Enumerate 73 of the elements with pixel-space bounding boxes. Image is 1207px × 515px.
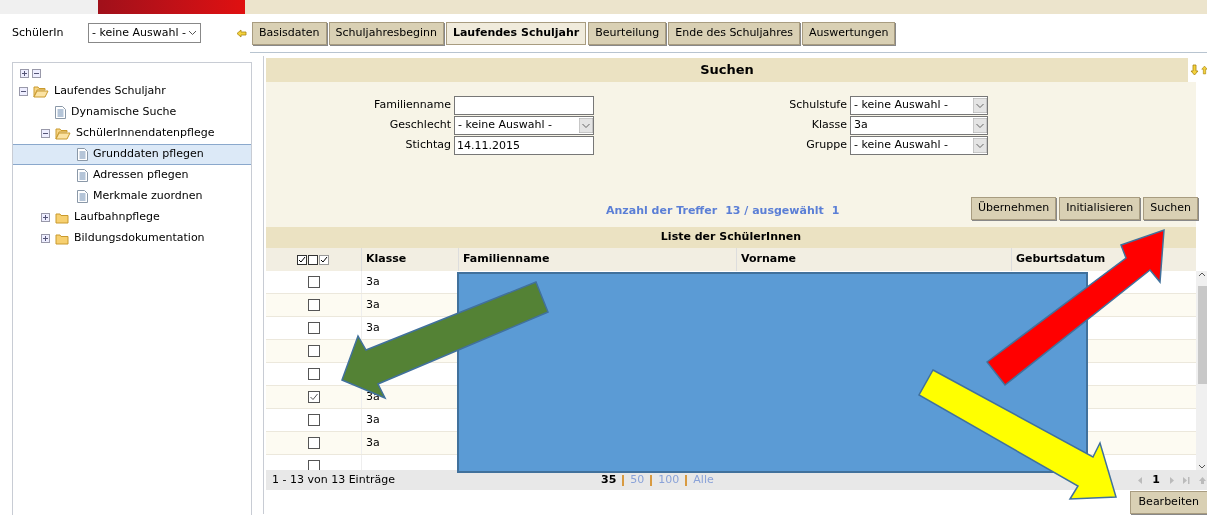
caret-icon: [973, 118, 987, 133]
row-checkbox[interactable]: [307, 345, 320, 357]
row-checkbox[interactable]: [307, 368, 320, 380]
search-action-button[interactable]: Suchen: [1143, 197, 1198, 220]
edit-button[interactable]: Bearbeiten: [1129, 491, 1207, 514]
tree-item[interactable]: Merkmale zuordnen: [93, 188, 203, 205]
tab[interactable]: Schuljahresbeginn: [328, 21, 444, 45]
document-icon: [77, 190, 88, 203]
row-checkbox[interactable]: [307, 299, 320, 311]
tree-item[interactable]: Laufbahnpflege: [74, 209, 160, 226]
hits-label: Anzahl der Treffer: [606, 203, 718, 219]
table-cell-text: 3a: [366, 319, 380, 336]
field-label: Familienname: [373, 97, 452, 114]
row-checkbox[interactable]: [307, 322, 320, 334]
select-all-icon[interactable]: [297, 254, 330, 265]
field-label: Geschlecht: [388, 117, 452, 134]
dropdown[interactable]: - keine Auswahl -: [850, 96, 988, 115]
student-dropdown[interactable]: - keine Auswahl -: [88, 23, 201, 43]
hits-count: 13 / ausgewählt: [725, 203, 824, 219]
table-cell-text: 3a: [366, 273, 380, 290]
collapse-icon[interactable]: [41, 129, 50, 138]
section-header: Suchen: [266, 58, 1188, 82]
document-icon: [77, 148, 88, 161]
page-number: 1: [1152, 471, 1160, 488]
caret-icon: [188, 30, 197, 36]
section-header: Liste der SchülerInnen: [266, 227, 1196, 248]
input-field[interactable]: [454, 96, 594, 115]
table-cell-text: 3a: [366, 296, 380, 313]
tree-item[interactable]: SchülerInnendatenpflege: [76, 125, 215, 142]
caret-icon: [579, 118, 593, 133]
dropdown[interactable]: - keine Auswahl -: [454, 116, 594, 135]
row-checkbox[interactable]: [307, 276, 320, 288]
dropdown[interactable]: 3a: [850, 116, 988, 135]
row-checkbox[interactable]: [307, 414, 320, 426]
tree-item[interactable]: Bildungsdokumentation: [74, 230, 205, 247]
table-cell-text: 3a: [366, 434, 380, 451]
expand-all-icon[interactable]: [20, 69, 29, 78]
scroll-down-icon[interactable]: [1198, 464, 1206, 470]
row-checkbox[interactable]: [307, 391, 320, 403]
field-label: Stichtag: [404, 137, 452, 154]
tab[interactable]: Beurteilung: [588, 21, 667, 45]
row-checkbox[interactable]: [307, 437, 320, 449]
scroll-up-icon[interactable]: [1198, 271, 1206, 277]
page-size-link[interactable]: 35: [601, 471, 617, 489]
tab[interactable]: Laufendes Schuljahr: [445, 21, 587, 45]
caret-icon: [973, 98, 987, 113]
tree-item[interactable]: Laufendes Schuljahr: [54, 83, 166, 100]
dropdown[interactable]: - keine Auswahl -: [850, 136, 988, 155]
input-field[interactable]: 14.11.2015: [454, 136, 594, 155]
expand-icon[interactable]: [41, 213, 50, 222]
entries-range: 1 - 13 von 13 Einträge: [272, 471, 395, 488]
tab[interactable]: Auswertungen: [801, 21, 896, 45]
search-action-button[interactable]: Übernehmen: [970, 197, 1057, 220]
tab[interactable]: Basisdaten: [252, 21, 327, 45]
document-icon: [77, 169, 88, 182]
field-label: Gruppe: [805, 137, 848, 154]
selected-count: 1: [831, 203, 840, 219]
collapse-all-icon[interactable]: [32, 69, 41, 78]
field-label: Klasse: [810, 117, 848, 134]
tree-item[interactable]: Adressen pflegen: [93, 167, 189, 184]
tree-item[interactable]: Dynamische Suche: [71, 104, 177, 121]
field-label: Schulstufe: [788, 97, 848, 114]
field-label: SchülerIn: [12, 24, 65, 41]
search-action-button[interactable]: Initialisieren: [1059, 197, 1141, 220]
scrollbar[interactable]: [1196, 271, 1207, 470]
collapse-icon[interactable]: [19, 87, 28, 96]
document-icon: [55, 106, 66, 119]
expand-icon[interactable]: [41, 234, 50, 243]
arrow-down-icon[interactable]: [1190, 64, 1199, 76]
caret-icon: [973, 138, 987, 153]
table-cell-text: 3a: [366, 411, 380, 428]
tab[interactable]: Ende des Schuljahres: [668, 21, 800, 45]
tree-item[interactable]: Grunddaten pflegen: [93, 146, 204, 163]
